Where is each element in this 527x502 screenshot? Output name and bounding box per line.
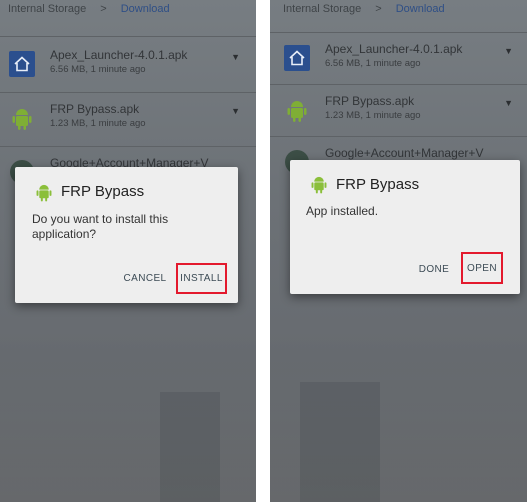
cancel-button[interactable]: CANCEL xyxy=(121,267,169,289)
breadcrumb-download[interactable]: Download xyxy=(396,3,445,15)
screen-install-prompt: Internal Storage > Download Apex_Launcher-… xyxy=(0,0,256,502)
file-name: Google+Account+Manager+V xyxy=(325,146,484,160)
more-options-icon[interactable]: ▼ xyxy=(504,46,513,56)
divider xyxy=(270,84,527,85)
file-name: FRP Bypass.apk xyxy=(50,102,140,116)
file-meta: 1.23 MB, 1 minute ago xyxy=(325,110,421,121)
android-icon xyxy=(283,96,311,124)
background-shape xyxy=(160,392,220,502)
divider xyxy=(0,36,256,37)
android-icon xyxy=(8,104,36,132)
background-shape xyxy=(300,382,380,502)
file-row-apex-launcher[interactable]: Apex_Launcher-4.0.1.apk 6.56 MB, 1 minut… xyxy=(0,42,256,90)
divider xyxy=(270,136,527,137)
file-name: Apex_Launcher-4.0.1.apk xyxy=(50,48,188,62)
file-meta: 1.23 MB, 1 minute ago xyxy=(50,118,146,129)
android-icon xyxy=(33,181,55,203)
dialog-title: FRP Bypass xyxy=(336,176,420,193)
dialog-title: FRP Bypass xyxy=(61,183,145,200)
more-options-icon[interactable]: ▼ xyxy=(231,52,240,62)
done-button[interactable]: DONE xyxy=(414,258,454,280)
file-row-frp-bypass[interactable]: FRP Bypass.apk 1.23 MB, 1 minute ago ▼ xyxy=(0,96,256,144)
android-icon xyxy=(308,173,330,195)
file-meta: 6.56 MB, 1 minute ago xyxy=(50,64,146,75)
install-dialog: FRP Bypass Do you want to install this a… xyxy=(15,167,238,303)
home-icon xyxy=(283,44,311,72)
file-name: Apex_Launcher-4.0.1.apk xyxy=(325,42,463,56)
more-options-icon[interactable]: ▼ xyxy=(231,106,240,116)
file-name: FRP Bypass.apk xyxy=(325,94,415,108)
open-button[interactable]: OPEN xyxy=(461,252,503,284)
divider xyxy=(270,32,527,33)
breadcrumb-download[interactable]: Download xyxy=(121,3,170,15)
file-row-apex-launcher[interactable]: Apex_Launcher-4.0.1.apk 6.56 MB, 1 minut… xyxy=(270,36,527,84)
file-meta: 6.56 MB, 1 minute ago xyxy=(325,58,421,69)
dialog-message: App installed. xyxy=(306,204,379,218)
breadcrumb: Internal Storage > Download xyxy=(8,3,170,15)
home-icon xyxy=(8,50,36,78)
install-button[interactable]: INSTALL xyxy=(176,263,227,294)
divider xyxy=(0,146,256,147)
breadcrumb-separator-icon: > xyxy=(375,3,382,15)
breadcrumb-separator-icon: > xyxy=(100,3,107,15)
divider xyxy=(0,92,256,93)
file-row-frp-bypass[interactable]: FRP Bypass.apk 1.23 MB, 1 minute ago ▼ xyxy=(270,88,527,136)
more-options-icon[interactable]: ▼ xyxy=(504,98,513,108)
dialog-message: Do you want to install this application? xyxy=(32,212,169,241)
breadcrumb: Internal Storage > Download xyxy=(283,3,445,15)
screen-app-installed: Internal Storage > Download Apex_Launcher-… xyxy=(270,0,527,502)
installed-dialog: FRP Bypass App installed. DONE OPEN xyxy=(290,160,520,294)
breadcrumb-internal-storage[interactable]: Internal Storage xyxy=(283,3,361,15)
breadcrumb-internal-storage[interactable]: Internal Storage xyxy=(8,3,86,15)
